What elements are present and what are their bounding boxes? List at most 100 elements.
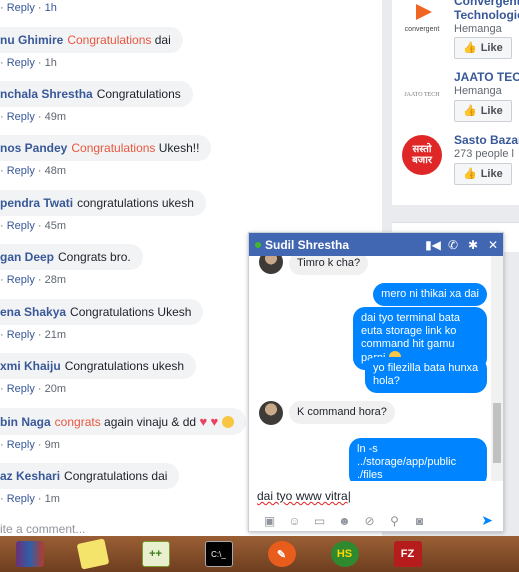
comment-bubble: gan Deep Congrats bro. xyxy=(0,244,143,270)
comment-meta: · Reply · 20m xyxy=(0,383,67,395)
write-comment-input[interactable]: ite a comment... xyxy=(0,522,85,536)
comment-meta: · Reply · 1h xyxy=(0,57,57,69)
comment-time[interactable]: 20m xyxy=(45,383,66,395)
comment-text: Congratulations ukesh xyxy=(64,359,185,373)
sticker-icon[interactable]: ☺ xyxy=(282,514,307,528)
gear-icon[interactable]: ✱ xyxy=(463,238,483,252)
comment-bubble: nos Pandey Congratulations Ukesh!! xyxy=(0,135,212,161)
reply-link[interactable]: Reply xyxy=(7,493,35,505)
close-icon[interactable]: ✕ xyxy=(483,238,503,252)
chat-header[interactable]: Sudil Shrestha ▮◀ ✆ ✱ ✕ xyxy=(249,233,503,256)
reply-link[interactable]: Reply xyxy=(7,111,35,123)
send-icon[interactable]: ➤ xyxy=(481,512,493,529)
comment-time[interactable]: 9m xyxy=(45,439,60,451)
comment-bubble: az Keshari Congratulations dai xyxy=(0,463,180,489)
suggested-pages: convergent Convergent Technologie Hemang… xyxy=(392,0,519,205)
messenger-chat-window: Sudil Shrestha ▮◀ ✆ ✱ ✕ Timro k cha? mer… xyxy=(248,232,504,532)
svg-text:convergent: convergent xyxy=(405,26,440,33)
reply-link[interactable]: Reply xyxy=(7,57,35,69)
comment-author[interactable]: pendra Twati xyxy=(0,196,73,210)
winrar-icon xyxy=(15,541,44,567)
svg-text:JAATO TECH: JAATO TECH xyxy=(404,92,440,98)
chat-contact-name[interactable]: Sudil Shrestha xyxy=(265,238,423,252)
chat-input-value[interactable]: dai tyo www vitra xyxy=(257,489,348,503)
attachment-icon[interactable]: ⚲ xyxy=(382,514,407,528)
phone-icon[interactable]: ✆ xyxy=(443,238,463,252)
comment-time[interactable]: 45m xyxy=(45,220,66,232)
heart-emoji-icon: ♥ xyxy=(199,414,208,429)
thumbs-up-icon: 👍 xyxy=(463,168,477,180)
online-status-icon xyxy=(255,241,261,248)
page-name[interactable]: Sasto Bazar xyxy=(454,133,519,147)
taskbar: ++ C:\_ ✎ HS FZ xyxy=(0,536,519,572)
comment-time[interactable]: 48m xyxy=(45,165,66,177)
mention-highlight[interactable]: Congratulations xyxy=(71,141,155,155)
comment-author[interactable]: xmi Khaiju xyxy=(0,359,61,373)
reply-link[interactable]: Reply xyxy=(7,220,35,232)
like-button[interactable]: 👍 Like xyxy=(454,163,512,185)
comment-time[interactable]: 1h xyxy=(45,57,57,69)
camera-icon[interactable]: ◙ xyxy=(407,514,432,528)
comment-author[interactable]: gan Deep xyxy=(0,250,54,264)
comment-time[interactable]: 28m xyxy=(45,274,66,286)
tool-icon: ✎ xyxy=(267,541,296,567)
taskbar-app[interactable] xyxy=(65,537,120,571)
reply-link[interactable]: Reply xyxy=(7,383,35,395)
like-button[interactable]: 👍 Like xyxy=(454,100,512,122)
comment-author[interactable]: bin Naga xyxy=(0,415,51,429)
comment-author[interactable]: nu Ghimire xyxy=(0,33,63,47)
chat-message-input[interactable]: dai tyo www vitra| xyxy=(249,481,503,509)
outgoing-message: yo filezilla bata hunxa hola? xyxy=(365,357,487,393)
sasto-bazar-logo[interactable]: सस्तो बजार xyxy=(402,135,442,175)
chat-scrollbar-thumb[interactable] xyxy=(493,403,501,463)
comment-author[interactable]: az Keshari xyxy=(0,469,60,483)
thumbs-up-icon: 👍 xyxy=(463,42,477,54)
comment-time[interactable]: 21m xyxy=(45,329,66,341)
taskbar-app[interactable]: C:\_ xyxy=(191,537,246,571)
jaato-logo[interactable]: JAATO TECH xyxy=(402,72,442,112)
like-label: Like xyxy=(480,42,503,54)
comment-time[interactable]: 1m xyxy=(45,493,60,505)
page-subtext: Hemanga xyxy=(454,85,502,97)
page-name[interactable]: Convergent Technologie xyxy=(454,0,519,22)
video-call-icon[interactable]: ▮◀ xyxy=(423,238,443,252)
emoji-icon[interactable]: ☻ xyxy=(332,514,357,528)
comment-author[interactable]: nos Pandey xyxy=(0,141,67,155)
jaato-logo-icon: JAATO TECH xyxy=(404,92,440,98)
reply-link[interactable]: Reply xyxy=(7,439,35,451)
outgoing-message: mero ni thikai xa dai xyxy=(373,283,487,306)
taskbar-app[interactable]: ✎ xyxy=(254,537,309,571)
comment-text: dai xyxy=(151,33,171,47)
taskbar-app[interactable]: HS xyxy=(317,537,372,571)
like-label: Like xyxy=(480,105,503,117)
comment-meta-text[interactable]: · Reply · 1h xyxy=(0,2,57,14)
reply-link[interactable]: Reply xyxy=(7,165,35,177)
filezilla-icon: FZ xyxy=(393,541,422,567)
comment-bubble: nu Ghimire Congratulations dai xyxy=(0,27,183,53)
comment-item: · Reply · 1h xyxy=(0,0,57,14)
page-name[interactable]: JAATO TEC xyxy=(454,70,519,84)
outgoing-message: ln -s ../storage/app/public ./files xyxy=(349,438,487,481)
taskbar-app[interactable] xyxy=(2,537,57,571)
reply-link[interactable]: Reply xyxy=(7,274,35,286)
smile-emoji-icon xyxy=(221,416,234,428)
convergent-logo[interactable]: convergent xyxy=(402,0,442,36)
comment-time[interactable]: 49m xyxy=(45,111,66,123)
game-icon[interactable]: ⊘ xyxy=(357,514,382,528)
comment-item: nos Pandey Congratulations Ukesh!! · Repl… xyxy=(0,135,212,177)
comment-text: congratulations ukesh xyxy=(77,196,194,210)
comment-author[interactable]: ena Shakya xyxy=(0,305,66,319)
comment-author[interactable]: nchala Shrestha xyxy=(0,87,93,101)
taskbar-app[interactable]: ++ xyxy=(128,537,183,571)
reply-link[interactable]: Reply xyxy=(7,329,35,341)
page-subtext: Hemanga xyxy=(454,23,502,35)
mention-highlight[interactable]: Congratulations xyxy=(67,33,151,47)
taskbar-app[interactable]: FZ xyxy=(380,537,435,571)
comment-item: xmi Khaiju Congratulations ukesh · Reply … xyxy=(0,353,197,395)
like-button[interactable]: 👍 Like xyxy=(454,37,512,59)
photo-icon[interactable]: ▣ xyxy=(257,514,282,528)
comment-meta: · Reply · 21m xyxy=(0,329,67,341)
comment-meta: · Reply · 48m xyxy=(0,165,67,177)
gif-icon[interactable]: ▭ xyxy=(307,514,332,528)
mention-highlight[interactable]: congrats xyxy=(55,415,101,429)
